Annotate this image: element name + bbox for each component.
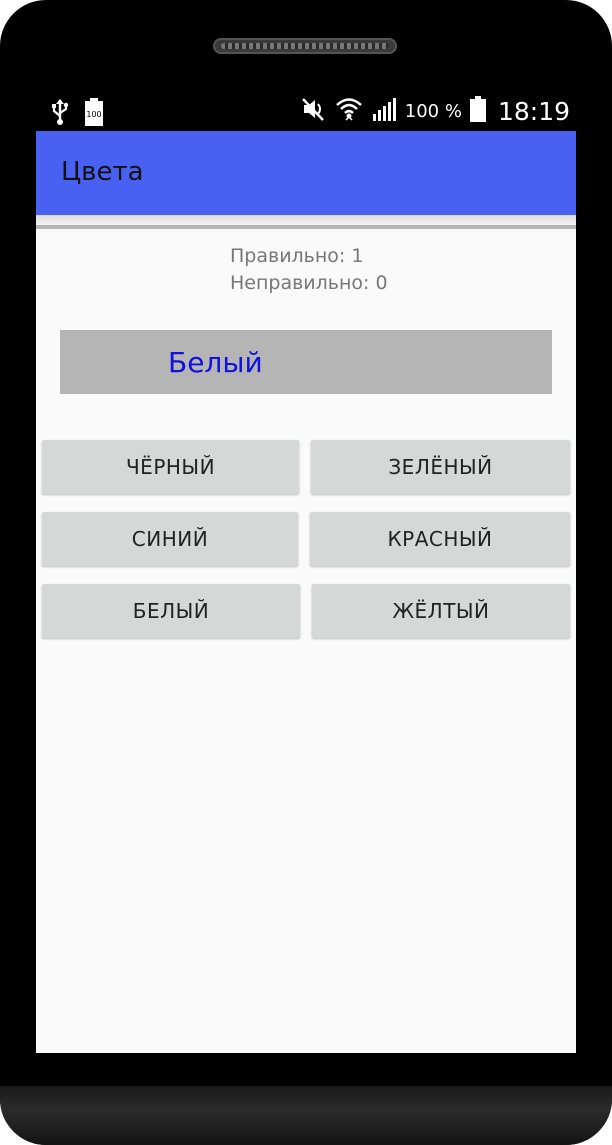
- battery-full-icon: 100: [84, 98, 104, 130]
- battery-percent: 100 %: [404, 100, 462, 122]
- answer-yellow-button[interactable]: ЖЁЛТЫЙ: [312, 584, 570, 638]
- status-bar: 100 100 % 18:19: [36, 92, 576, 130]
- correct-count: Правильно: 1: [230, 245, 364, 267]
- answer-white-button[interactable]: БЕЛЫЙ: [42, 584, 300, 638]
- battery-label: 100: [86, 110, 101, 119]
- app-screen: Цвета Правильно: 1 Неправильно: 0 Белый …: [36, 131, 576, 1053]
- mute-icon: [301, 96, 327, 126]
- answer-black-button[interactable]: ЧЁРНЫЙ: [42, 440, 299, 494]
- answer-blue-button[interactable]: СИНИЙ: [42, 512, 298, 566]
- earpiece-speaker: [213, 38, 397, 54]
- phone-chin: [0, 1086, 612, 1145]
- color-word-box: Белый: [60, 330, 552, 394]
- usb-icon: [50, 98, 70, 130]
- color-word: Белый: [168, 346, 263, 379]
- divider: [36, 225, 576, 229]
- signal-icon: [371, 96, 397, 126]
- app-bar-shadow: [36, 215, 576, 225]
- app-title: Цвета: [61, 157, 144, 187]
- app-bar: Цвета: [36, 131, 576, 215]
- battery-icon: [469, 96, 486, 126]
- wifi-icon: [335, 96, 363, 126]
- clock: 18:19: [497, 96, 570, 126]
- answer-green-button[interactable]: ЗЕЛЁНЫЙ: [311, 440, 570, 494]
- score-panel: Правильно: 1 Неправильно: 0: [230, 243, 388, 297]
- incorrect-count: Неправильно: 0: [230, 272, 388, 294]
- answer-red-button[interactable]: КРАСНЫЙ: [310, 512, 570, 566]
